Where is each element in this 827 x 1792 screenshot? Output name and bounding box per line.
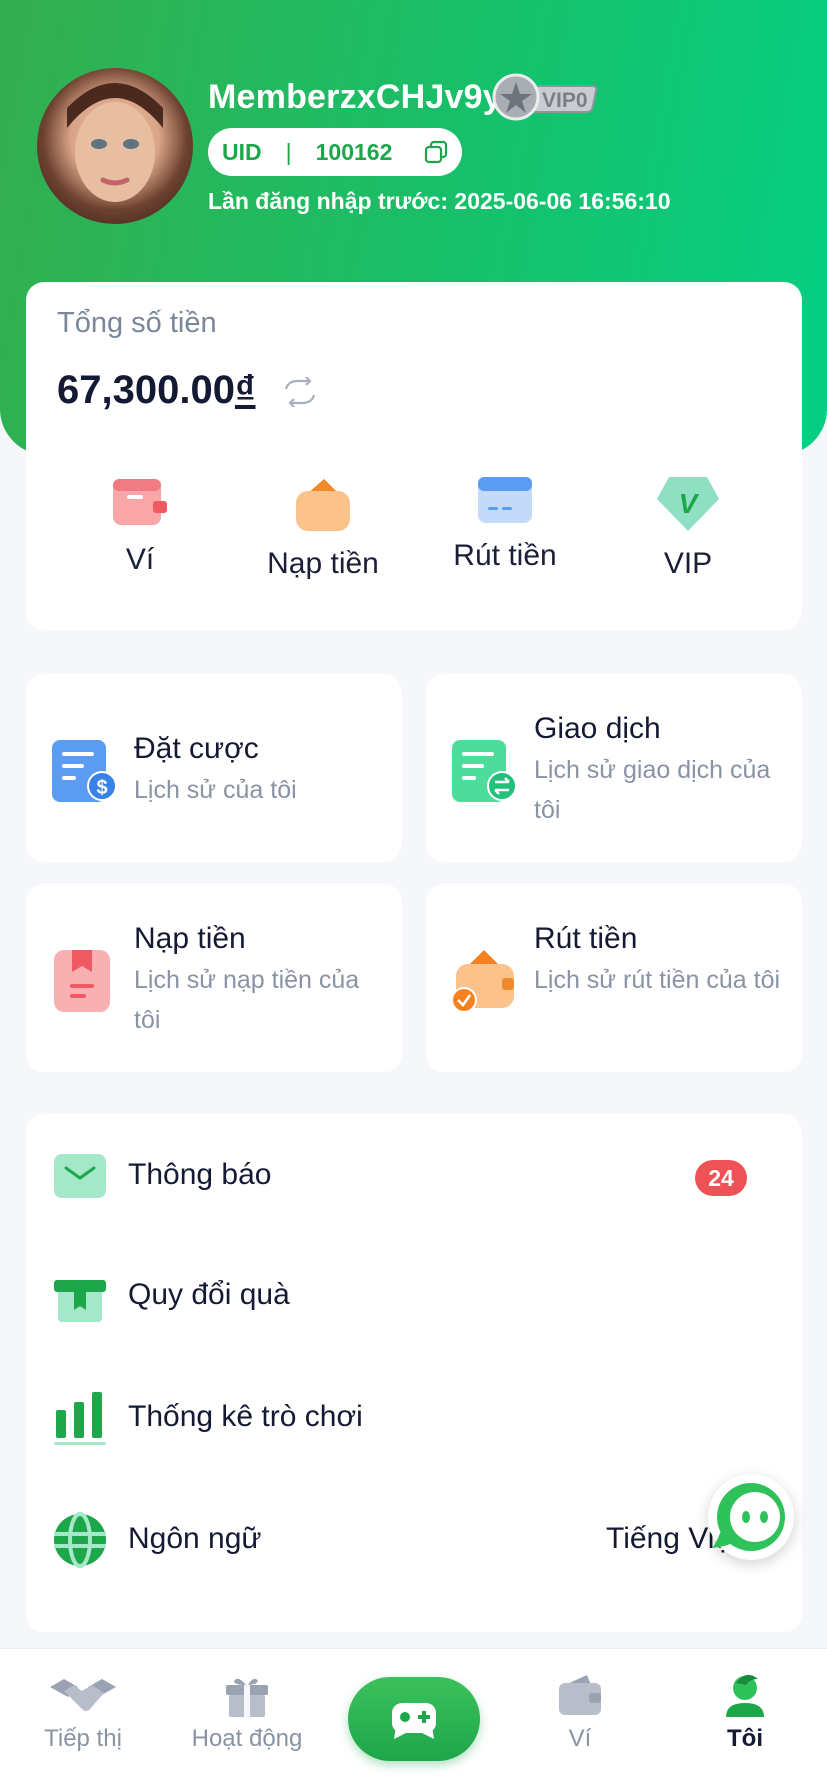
avatar-image: [67, 83, 163, 202]
menu-item-label: Quy đổi quà: [128, 1278, 290, 1311]
quick-action-label: Rút tiền: [453, 539, 557, 572]
tile-subtitle: Lịch sử của tôi: [134, 776, 297, 804]
menu-item-label: Ngôn ngữ: [128, 1522, 262, 1555]
stats-icon: [52, 1390, 108, 1446]
svg-text:V: V: [679, 488, 700, 519]
copy-icon[interactable]: [424, 140, 448, 164]
nav-tab-activities[interactable]: Hoạt động: [172, 1649, 322, 1753]
tile-title: Rút tiền: [534, 922, 638, 955]
nav-label: Tiếp thị: [44, 1725, 122, 1752]
tile-withdraw-history[interactable]: Rút tiền Lịch sử rút tiền của tôi: [426, 884, 802, 1072]
menu-item-label: Thống kê trò chơi: [128, 1400, 363, 1433]
tile-subtitle: Lịch sử giao dịch của tôi: [534, 756, 771, 824]
quick-action-deposit[interactable]: Nạp tiền: [243, 475, 403, 581]
quick-action-label: VIP: [663, 547, 713, 580]
wallet-icon: [113, 479, 167, 525]
globe-icon: [52, 1512, 108, 1568]
tile-deposit-history[interactable]: Nạp tiền Lịch sử nạp tiền của tôi: [26, 884, 402, 1072]
quick-action-withdraw[interactable]: Rút tiền: [425, 475, 585, 573]
menu-item-label: Thông báo: [128, 1158, 272, 1191]
nav-label: Hoạt động: [191, 1725, 303, 1752]
vip-level-badge: VIP0: [492, 72, 602, 122]
nav-tab-games[interactable]: [348, 1677, 480, 1761]
avatar[interactable]: [37, 68, 193, 224]
gamepad-icon: [392, 1703, 436, 1739]
menu-item-gift-exchange[interactable]: Quy đổi quà: [26, 1246, 802, 1346]
tile-transaction-history[interactable]: Giao dịch Lịch sử giao dịch của tôi: [426, 674, 802, 862]
transaction-icon: [452, 734, 518, 804]
nav-tab-wallet[interactable]: Ví: [505, 1649, 655, 1753]
uid-label: UID: [222, 138, 262, 165]
tile-subtitle: Lịch sử nạp tiền của tôi: [134, 966, 360, 1034]
balance-amount: 67,300.00₫: [57, 368, 256, 412]
tile-title: Giao dịch: [534, 712, 661, 745]
user-icon: [726, 1674, 764, 1717]
quick-action-vip[interactable]: V VIP: [608, 475, 768, 581]
tile-title: Đặt cược: [134, 732, 259, 765]
vip-diamond-icon: V: [657, 477, 719, 531]
nav-tab-marketing[interactable]: Tiếp thị: [8, 1649, 158, 1753]
nav-label: Tôi: [727, 1725, 763, 1752]
quick-action-label: Nạp tiền: [267, 547, 379, 580]
withdraw-history-icon: [451, 944, 518, 1014]
last-login-text: Lần đăng nhập trước: 2025-06-06 16:56:10: [208, 188, 671, 214]
chat-support-button[interactable]: [708, 1474, 794, 1560]
menu-item-notifications[interactable]: Thông báo 24: [26, 1126, 802, 1226]
tile-title: Nạp tiền: [134, 922, 246, 955]
mail-icon: [52, 1148, 108, 1204]
balance-label: Tổng số tiền: [57, 307, 217, 339]
gift-icon: [226, 1678, 268, 1717]
quick-action-wallet[interactable]: Ví: [60, 475, 220, 577]
menu-item-game-stats[interactable]: Thống kê trò chơi: [26, 1368, 802, 1468]
refresh-icon[interactable]: [282, 376, 318, 408]
chat-icon: [712, 1483, 785, 1551]
tile-bet-history[interactable]: $ Đặt cược Lịch sử của tôi: [26, 674, 402, 862]
uid-separator: |: [285, 138, 292, 165]
wallet-icon: [559, 1675, 601, 1715]
handshake-icon: [50, 1679, 116, 1711]
bet-history-icon: $: [52, 734, 118, 804]
bottom-nav: Tiếp thị Hoạt động Ví Tôi: [0, 1648, 827, 1792]
deposit-history-icon: [52, 944, 118, 1014]
settings-list: Thông báo 24 Quy đổi quà Thống kê trò ch…: [26, 1114, 802, 1632]
uid-value: 100162: [315, 138, 393, 165]
nav-label: Ví: [568, 1725, 592, 1752]
svg-text:VIP0: VIP0: [542, 89, 588, 112]
card-icon: [478, 477, 532, 523]
deposit-icon: [296, 479, 350, 531]
nav-tab-me[interactable]: Tôi: [670, 1649, 820, 1753]
menu-item-language[interactable]: Ngôn ngữ Tiếng Việt: [26, 1490, 802, 1590]
tile-subtitle: Lịch sử rút tiền của tôi: [534, 966, 781, 994]
svg-text:$: $: [96, 777, 107, 799]
quick-action-label: Ví: [125, 543, 155, 576]
notification-count-badge: 24: [695, 1160, 747, 1196]
gift-icon: [52, 1268, 108, 1324]
username: MemberzxCHJv9y: [208, 78, 502, 116]
uid-pill[interactable]: UID | 100162: [208, 128, 462, 176]
